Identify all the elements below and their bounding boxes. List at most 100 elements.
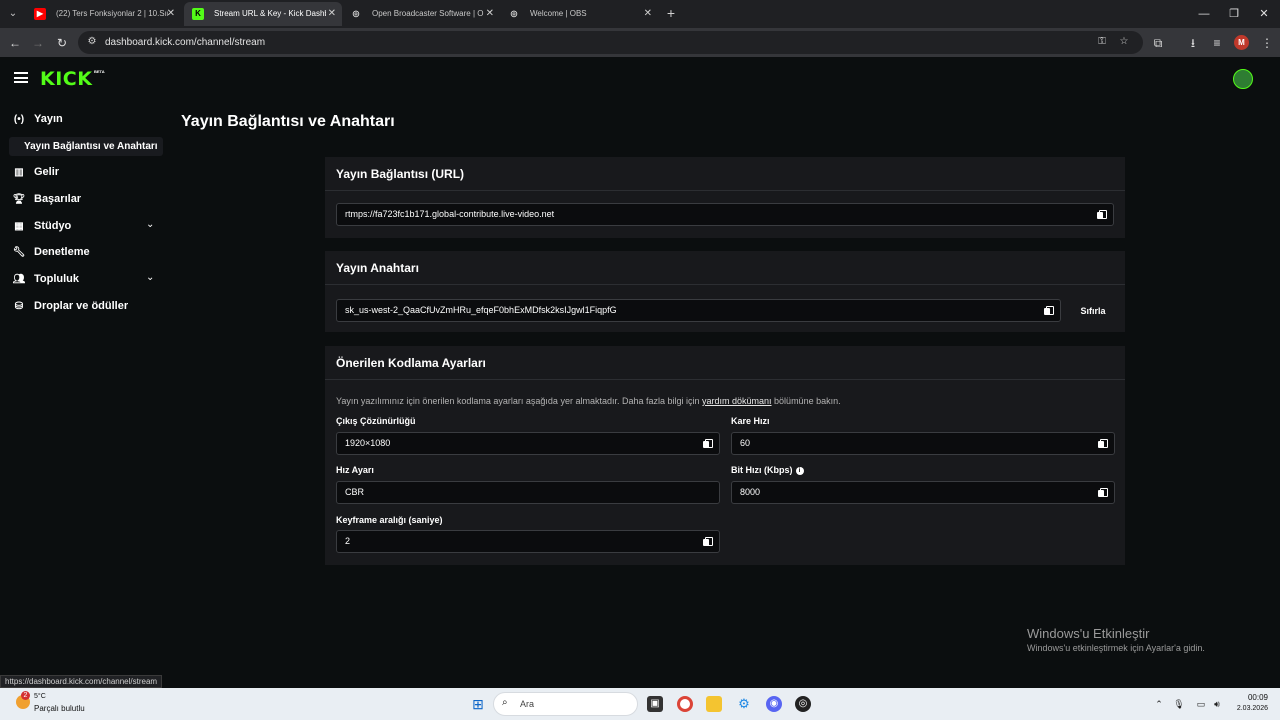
gift-icon: ⛁ (14, 301, 24, 312)
extensions-icon[interactable]: ⧉ (1149, 34, 1167, 52)
taskbar-date[interactable]: 2.03.2026 (1222, 705, 1268, 712)
password-key-icon[interactable]: ⚿ (1094, 34, 1110, 50)
obs-app-icon[interactable]: ◎ (795, 696, 811, 712)
sidebar-item-studyo[interactable]: ▦ Stüdyo (12, 216, 162, 236)
tab-title: Open Broadcaster Software | OBS (372, 9, 484, 18)
close-tab-icon[interactable]: ✕ (486, 2, 494, 26)
search-placeholder: Ara (520, 699, 535, 709)
rate-control-label: Hız Ayarı (336, 465, 374, 475)
browser-tab-kick[interactable]: K Stream URL & Key - Kick Dashboard ✕ (184, 2, 342, 26)
browser-tab-youtube[interactable]: ▶ (22) Ters Fonksiyonlar 2 | 10.Sınıf ✕ (26, 2, 181, 26)
card-title: Önerilen Kodlama Ayarları (325, 346, 1125, 380)
copy-icon[interactable] (703, 439, 713, 448)
sidebar-item-label: Başarılar (34, 193, 82, 205)
reading-list-icon[interactable]: ≡ (1208, 34, 1226, 52)
hamburger-menu-icon[interactable] (14, 72, 28, 83)
stream-url-field[interactable]: rtmps://fa723fc1b171.global-contribute.l… (336, 203, 1114, 226)
weather-temperature: 5°C (34, 693, 46, 700)
framerate-field[interactable]: 60 (731, 432, 1115, 455)
site-settings-icon[interactable]: ⚙ (84, 34, 100, 50)
close-tab-icon[interactable]: ✕ (644, 2, 652, 26)
reload-icon[interactable]: ↻ (53, 34, 71, 52)
back-icon[interactable]: ← (6, 34, 24, 52)
copy-icon[interactable] (1044, 306, 1054, 315)
download-icon[interactable]: ⭳ (1184, 34, 1202, 52)
sidebar-item-gelir[interactable]: ▥ Gelir (12, 162, 59, 182)
sidebar-item-label: Gelir (34, 166, 60, 178)
people-icon: 👥︎ (12, 274, 26, 285)
chrome-icon[interactable] (677, 696, 693, 712)
sidebar-item-denetleme[interactable]: 🔧︎ Denetleme (12, 242, 90, 262)
sidebar-subitem-stream-key[interactable]: Yayın Bağlantısı ve Anahtarı (9, 137, 163, 156)
browser-tab-obs[interactable]: ◎ Open Broadcaster Software | OBS ✕ (342, 2, 500, 26)
kick-logo[interactable]: KICK (40, 68, 92, 90)
stream-url-value: rtmps://fa723fc1b171.global-contribute.l… (345, 209, 555, 219)
beta-badge: BETA (94, 69, 105, 74)
bookmark-star-icon[interactable]: ☆ (1116, 34, 1132, 50)
file-explorer-icon[interactable] (706, 696, 722, 712)
tab-title: Stream URL & Key - Kick Dashboard (214, 9, 326, 18)
sidebar-item-yayin[interactable]: (•) Yayın (12, 109, 63, 129)
rate-control-field[interactable]: CBR (336, 481, 720, 504)
taskbar-search[interactable]: ⌕ Ara (493, 692, 638, 716)
rate-control-value: CBR (345, 487, 365, 497)
sidebar-item-label: Stüdyo (34, 220, 72, 232)
kick-icon: K (192, 8, 204, 20)
forward-icon[interactable]: → (29, 34, 47, 52)
reset-key-button[interactable]: Sıfırla (1073, 301, 1113, 321)
address-bar[interactable]: ⚙ dashboard.kick.com/channel/stream ⚿ ☆ (78, 31, 1143, 54)
taskbar-clock[interactable]: 00:09 (1232, 693, 1268, 702)
discord-icon[interactable]: ◉ (766, 696, 782, 712)
tab-search-chevron-icon[interactable]: ⌄ (4, 5, 22, 23)
sidebar-item-label: Denetleme (34, 246, 90, 258)
network-icon[interactable]: ▭ (1195, 697, 1207, 711)
user-avatar[interactable] (1233, 69, 1253, 89)
profile-avatar[interactable]: M (1234, 35, 1249, 50)
tray-overflow-icon[interactable]: ⌃ (1153, 697, 1165, 711)
copy-icon[interactable] (1098, 439, 1108, 448)
microphone-icon[interactable]: 🎙︎ (1173, 697, 1185, 711)
copy-icon[interactable] (1098, 488, 1108, 497)
task-view-icon[interactable]: ▣ (647, 696, 663, 712)
stream-key-value: sk_us-west-2_QaaCfUvZmHRu_efqeF0bhExMDfs… (345, 305, 617, 315)
chevron-down-icon[interactable]: ⌄ (146, 272, 154, 283)
window-close-icon[interactable]: ✕ (1256, 6, 1272, 22)
new-tab-icon[interactable]: + (663, 4, 679, 22)
minimize-icon[interactable]: — (1196, 6, 1212, 22)
browser-tab-strip: ⌄ ▶ (22) Ters Fonksiyonlar 2 | 10.Sınıf … (0, 0, 1280, 28)
windows-start-icon[interactable]: ⊞ (470, 696, 486, 712)
bitrate-field[interactable]: 8000 (731, 481, 1115, 504)
copy-icon[interactable] (1097, 210, 1107, 219)
sidebar-item-label: Topluluk (34, 273, 80, 285)
youtube-icon: ▶ (34, 8, 46, 20)
more-menu-icon[interactable]: ⋮ (1258, 34, 1276, 52)
windows-taskbar: 2 5°C Parçalı bulutlu ⊞ ⌕ Ara ▣ ⚙ ◉ ◎ ⌃ … (0, 688, 1280, 720)
keyframe-value: 2 (345, 536, 351, 546)
bitrate-label-text: Bit Hızı (Kbps) (731, 465, 793, 475)
sidebar-item-topluluk[interactable]: 👥︎ Topluluk (12, 269, 162, 289)
keyframe-field[interactable]: 2 (336, 530, 720, 553)
url-text[interactable]: dashboard.kick.com/channel/stream (105, 31, 265, 54)
description-text: Yayın yazılımınız için önerilen kodlama … (336, 396, 703, 406)
browser-tab-obs-welcome[interactable]: ◎ Welcome | OBS ✕ (500, 2, 658, 26)
card-title: Yayın Bağlantısı (URL) (325, 157, 1125, 191)
restore-icon[interactable]: ❐ (1226, 6, 1242, 22)
settings-gear-icon[interactable]: ⚙ (736, 696, 752, 712)
resolution-field[interactable]: 1920×1080 (336, 432, 720, 455)
help-doc-link[interactable]: yardım dökümanı (702, 396, 772, 406)
chevron-down-icon[interactable]: ⌄ (146, 219, 154, 230)
close-tab-icon[interactable]: ✕ (328, 2, 336, 26)
broadcast-icon: (•) (13, 114, 25, 125)
resolution-label: Çıkış Çözünürlüğü (336, 416, 416, 426)
kick-dashboard-page: KICK BETA (•) Yayın Yayın Bağlantısı ve A… (0, 57, 1280, 688)
sidebar-item-basarilar[interactable]: 🏆︎ Başarılar (12, 189, 81, 209)
info-icon[interactable]: i (795, 467, 804, 475)
page-title: Yayın Bağlantısı ve Anahtarı (181, 113, 395, 130)
stream-key-field[interactable]: sk_us-west-2_QaaCfUvZmHRu_efqeF0bhExMDfs… (336, 299, 1061, 322)
sidebar-item-droplar[interactable]: ⛁ Droplar ve ödüller (12, 296, 128, 316)
sidebar-item-label: Yayın (34, 113, 63, 125)
copy-icon[interactable] (703, 537, 713, 546)
sidebar-item-label: Droplar ve ödüller (34, 300, 129, 312)
tab-title: (22) Ters Fonksiyonlar 2 | 10.Sınıf (56, 9, 168, 18)
close-tab-icon[interactable]: ✕ (167, 2, 175, 26)
